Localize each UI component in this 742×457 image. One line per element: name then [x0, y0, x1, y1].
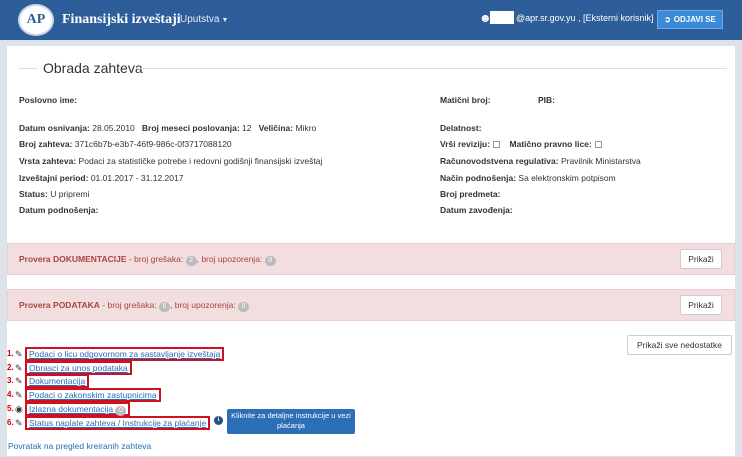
- eye-icon: ◉: [15, 404, 23, 414]
- link-obrasci[interactable]: Obrasci za unos podataka: [25, 361, 132, 375]
- back-to-requests-link[interactable]: Povratak na pregled kreiranih zahteva: [8, 441, 151, 451]
- pencil-icon: ✎: [15, 418, 23, 428]
- user-email: @apr.sr.gov.yu , [Eksterni korisnik]: [516, 13, 654, 23]
- pib: PIB:: [538, 95, 555, 105]
- warning-count-badge: 0: [238, 302, 250, 312]
- pencil-icon: ✎: [15, 363, 23, 373]
- uputstva-label: Uputstva: [180, 14, 220, 25]
- logout-label: ODJAVI SE: [673, 15, 716, 24]
- apr-logo[interactable]: AP: [18, 4, 54, 36]
- maticni-broj: Matični broj:: [440, 95, 491, 105]
- broj-zahteva-row: Broj zahteva: 371c6b7b-e3b7-46f9-986c-0f…: [19, 139, 232, 149]
- izlazna-count-badge: 0: [115, 406, 127, 416]
- vrsta-zahteva-row: Vrsta zahteva: Podaci za statističke pot…: [19, 156, 323, 166]
- maticno-lice-checkbox[interactable]: [594, 141, 602, 149]
- alert-podataka-text: Provera PODATAKA - broj grešaka: 6, broj…: [19, 300, 250, 312]
- link-izlazna-dokumentacija[interactable]: Izlazna dokumentacija 0: [25, 402, 131, 416]
- status-row: Status: U pripremi: [19, 189, 90, 199]
- alert-podataka: Provera PODATAKA - broj grešaka: 6, broj…: [7, 289, 735, 321]
- link-status-naplate[interactable]: Status naplate zahteva / Instrukcije za …: [25, 416, 211, 430]
- prikazi-sve-nedostatke-button[interactable]: Prikaži sve nedostatke: [627, 335, 732, 355]
- alert-dokumentacija-text: Provera DOKUMENTACIJE - broj grešaka: 2,…: [19, 254, 276, 266]
- main-panel: Obrada zahteva Poslovno ime: Matični bro…: [7, 46, 735, 456]
- izvestajni-period-row: Izveštajni period: 01.01.2017 - 31.12.20…: [19, 173, 184, 183]
- info-icon[interactable]: i: [214, 416, 223, 425]
- page-title: Obrada zahteva: [43, 60, 143, 76]
- poslovno-ime: Poslovno ime:: [19, 95, 78, 105]
- revizija-checkbox[interactable]: [493, 141, 501, 149]
- revizija-row: Vrši reviziju: Matično pravno lice:: [440, 139, 602, 149]
- title-divider-right: [137, 68, 727, 69]
- pencil-icon: ✎: [15, 390, 23, 400]
- datum-zavodjenja: Datum zavođenja:: [440, 205, 513, 215]
- nacin-podnosenja-row: Način podnošenja: Sa elektronskim potpis…: [440, 173, 616, 183]
- caret-down-icon: ▼: [221, 17, 229, 24]
- error-count-badge: 2: [185, 256, 197, 266]
- prikazi-dokumentacija-button[interactable]: Prikaži: [680, 249, 722, 269]
- payment-tooltip: Kliknite za detaljne instrukcije u vezi …: [227, 409, 355, 434]
- uputstva-menu[interactable]: Uputstva ▼: [180, 14, 228, 25]
- title-divider-left: [19, 68, 37, 69]
- datum-podnosenja: Datum podnošenja:: [19, 205, 99, 215]
- pencil-icon: ✎: [15, 349, 23, 359]
- logout-icon: ➲: [664, 15, 671, 24]
- alert-dokumentacija: Provera DOKUMENTACIJE - broj grešaka: 2,…: [7, 243, 735, 275]
- broj-predmeta: Broj predmeta:: [440, 189, 501, 199]
- prikazi-podataka-button[interactable]: Prikaži: [680, 295, 722, 315]
- link-odgovorno-lice[interactable]: Podaci o licu odgovornom za sastavljanje…: [25, 347, 225, 361]
- racunovodstvena-row: Računovodstvena regulativa: Pravilnik Mi…: [440, 156, 641, 166]
- delatnost: Delatnost:: [440, 123, 482, 133]
- link-zakonski-zastupnici[interactable]: Podaci o zakonskim zastupnicima: [25, 388, 161, 402]
- error-count-badge: 6: [159, 302, 170, 312]
- link-dokumentacija[interactable]: Dokumentacija: [25, 374, 90, 388]
- pencil-icon: ✎: [15, 376, 23, 386]
- redacted-username: [490, 11, 514, 24]
- warning-count-badge: 0: [264, 256, 276, 266]
- brand-title[interactable]: Finansijski izveštaji: [62, 12, 181, 28]
- top-navbar: AP Finansijski izveštaji Uputstva ▼ ☻ @ap…: [0, 0, 742, 40]
- logout-button[interactable]: ➲ ODJAVI SE: [657, 10, 723, 29]
- datum-osnivanja-row: Datum osnivanja: 28.05.2010 Broj meseci …: [19, 123, 317, 133]
